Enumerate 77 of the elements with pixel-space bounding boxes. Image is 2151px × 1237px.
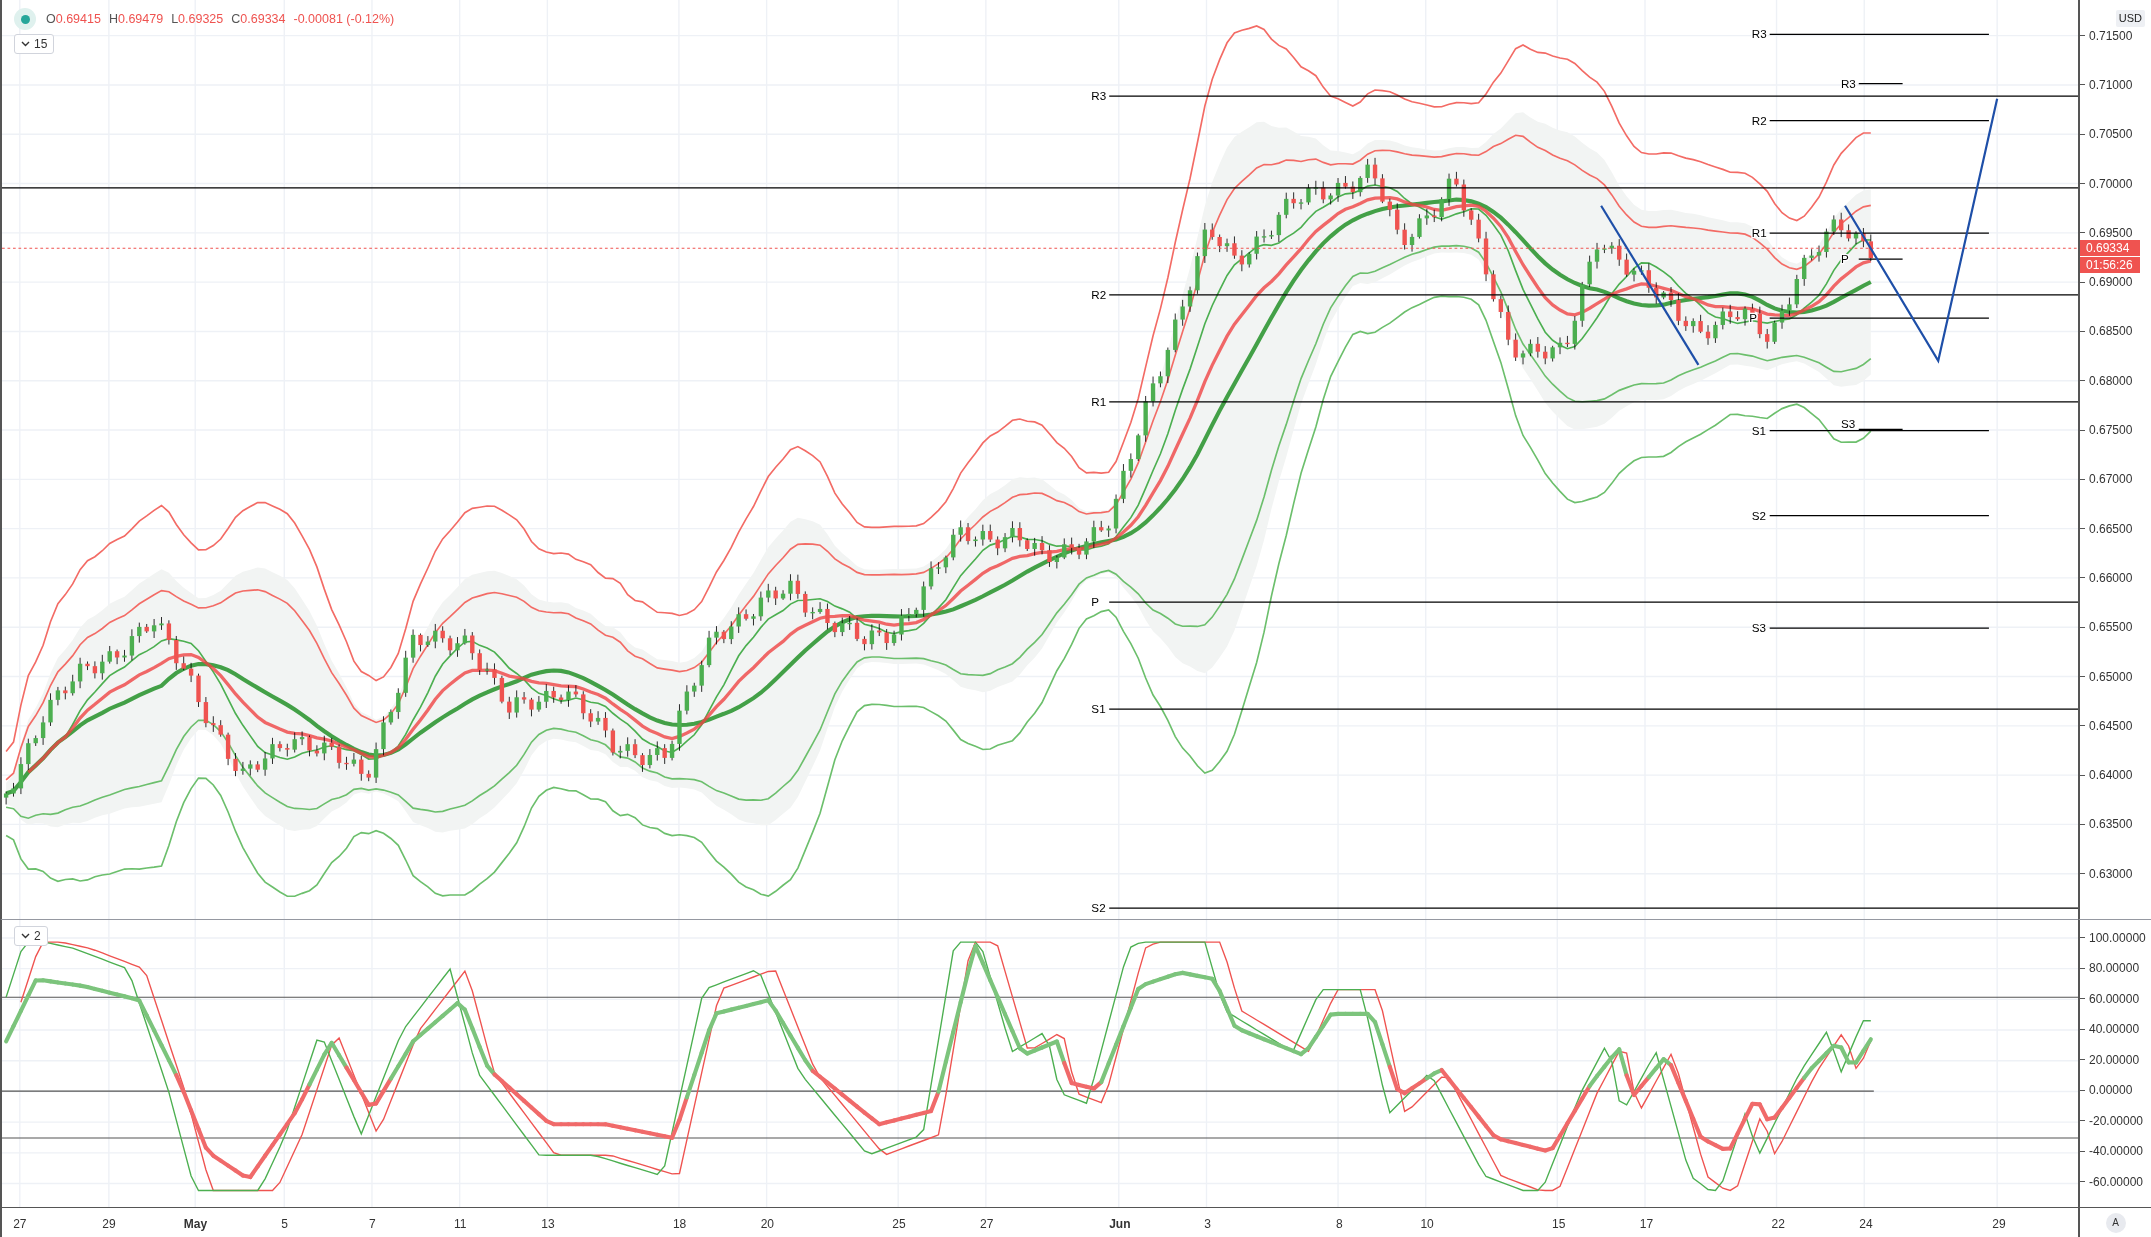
- time-axis-label: 20: [760, 1216, 774, 1233]
- pivot-label: S1: [1751, 423, 1767, 437]
- axis-label: 0.00000: [2089, 1082, 2133, 1099]
- pivot-label: R1: [1091, 395, 1107, 408]
- time-axis-label: 24: [1859, 1216, 1873, 1233]
- time-axis-label: 7: [369, 1216, 376, 1233]
- pivot-label: R2: [1091, 288, 1107, 301]
- ohlc-value: O0.69415: [46, 10, 101, 28]
- time-axis-label: Jun: [1109, 1216, 1131, 1233]
- pivot-label: P: [1840, 252, 1849, 266]
- axis-label: 100.00000: [2089, 929, 2146, 946]
- pivot-line: [1858, 258, 1904, 260]
- pivot-label: P: [1091, 595, 1100, 609]
- axis-label: 0.69000: [2089, 274, 2133, 291]
- axis-label: 0.68500: [2089, 323, 2133, 340]
- axis-label: -20.00000: [2089, 1112, 2144, 1129]
- axis-label: 0.70000: [2089, 175, 2133, 192]
- collapse-button[interactable]: 2: [14, 926, 48, 946]
- axis-label: -60.00000: [2089, 1173, 2144, 1190]
- axis-label: 20.00000: [2089, 1051, 2140, 1068]
- axis-label: 0.63500: [2089, 816, 2133, 833]
- pivot-label: S3: [1840, 416, 1856, 430]
- axis-label: 0.64000: [2089, 767, 2133, 784]
- time-axis-label: 25: [892, 1216, 906, 1233]
- pivot-label: R3: [1751, 27, 1767, 41]
- time-axis-label: 29: [102, 1216, 116, 1233]
- time-axis-label: 5: [281, 1216, 288, 1233]
- pivot-label: S2: [1751, 508, 1767, 522]
- axis-label: 0.63000: [2089, 865, 2133, 882]
- time-axis-label: 15: [1552, 1216, 1566, 1233]
- axis-label: 0.66500: [2089, 520, 2133, 537]
- time-axis-label: 8: [1335, 1216, 1343, 1233]
- axis-label: 60.00000: [2089, 990, 2140, 1007]
- pivot-label: R1: [1751, 226, 1767, 240]
- axis-label: 0.65000: [2089, 668, 2133, 685]
- axis-label: 0.70500: [2089, 126, 2133, 143]
- axis-label: 0.64500: [2089, 717, 2133, 734]
- time-axis-label: 3: [1204, 1216, 1211, 1233]
- axis-label: 0.69500: [2089, 224, 2133, 241]
- pivot-label: S2: [1091, 901, 1106, 915]
- last-price-label: 0.69334: [2080, 240, 2140, 256]
- pivot-label: S3: [1751, 621, 1767, 635]
- time-axis-label: 22: [1771, 1216, 1785, 1233]
- ohlc-value: C0.69334: [231, 10, 286, 28]
- time-axis-label: 10: [1420, 1216, 1434, 1233]
- time-axis-label: 13: [541, 1216, 555, 1233]
- currency-label: USD: [2115, 10, 2145, 27]
- chevron-down-icon: [21, 41, 30, 47]
- pivot-label: R3: [1091, 89, 1107, 103]
- axis-label: 0.67500: [2089, 422, 2133, 438]
- axis-label: 0.71500: [2089, 27, 2133, 44]
- axis-label: 40.00000: [2089, 1021, 2140, 1038]
- axis-label: 80.00000: [2089, 960, 2140, 977]
- pivot-line: [1858, 83, 1904, 85]
- pivot-label: R3: [1840, 76, 1856, 90]
- axis-label: 0.65500: [2089, 619, 2133, 636]
- countdown-label: 01:56:26: [2080, 257, 2140, 273]
- time-axis-label: 18: [672, 1216, 687, 1233]
- ohlc-value: L0.69325: [171, 10, 224, 28]
- auto-scale-button[interactable]: A: [2105, 1212, 2126, 1233]
- time-axis-label: May: [183, 1216, 208, 1233]
- axis-label: -40.00000: [2089, 1143, 2144, 1160]
- time-axis-label: 17: [1639, 1216, 1654, 1233]
- pivot-label: R2: [1751, 113, 1767, 127]
- axis-label: 0.71000: [2089, 76, 2133, 93]
- chevron-down-icon: [21, 933, 30, 939]
- axis-label: 0.66000: [2089, 569, 2133, 586]
- time-axis-label: 29: [1992, 1216, 2006, 1233]
- time-axis-label: 27: [13, 1216, 27, 1233]
- ohlc-value: H0.69479: [108, 10, 164, 28]
- time-axis-label: 27: [980, 1216, 994, 1233]
- collapse-button[interactable]: 15: [14, 34, 55, 54]
- time-axis-label: 11: [453, 1216, 467, 1233]
- axis-label: 0.67000: [2089, 471, 2133, 488]
- change-value: -0.00081 (-0.12%): [293, 10, 395, 28]
- pivot-label: S1: [1091, 702, 1106, 716]
- axis-label: 0.68000: [2089, 372, 2133, 389]
